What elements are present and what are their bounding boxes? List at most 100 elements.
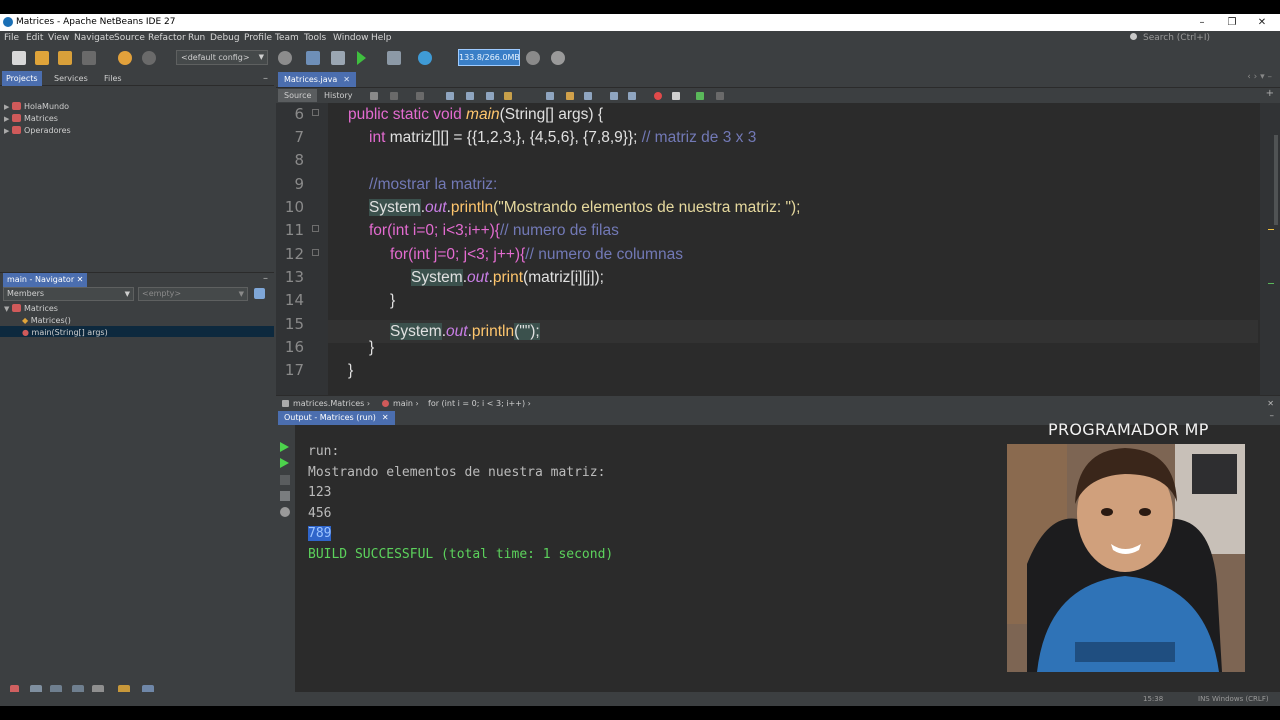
find-previous-icon[interactable] bbox=[466, 92, 474, 100]
line-number: 11 bbox=[284, 221, 304, 239]
selected-output-text[interactable]: 789 bbox=[308, 526, 332, 541]
close-window-button[interactable]: ✕ bbox=[1252, 14, 1272, 31]
minimize-panel-icon[interactable]: – bbox=[263, 71, 268, 86]
save-all-icon[interactable] bbox=[82, 51, 96, 65]
tab-projects[interactable]: Projects bbox=[2, 71, 42, 86]
project-matrices[interactable]: ▶ Matrices bbox=[4, 113, 58, 125]
expand-editor-icon[interactable]: + bbox=[1266, 88, 1274, 99]
next-bookmark-icon[interactable] bbox=[566, 92, 574, 100]
tab-navigator[interactable]: main - Navigator ✕ bbox=[3, 273, 88, 287]
comment-icon[interactable] bbox=[696, 92, 704, 100]
tab-list-icon[interactable]: ‹ › ▾ – bbox=[1247, 72, 1272, 82]
navigator-main-method[interactable]: ● main(String[] args) bbox=[22, 327, 108, 338]
rerun-icon[interactable] bbox=[280, 442, 289, 452]
toggle-bookmark-icon[interactable] bbox=[546, 92, 554, 100]
minimize-navigator-icon[interactable]: – bbox=[263, 273, 268, 284]
breadcrumb-class[interactable]: matrices.Matrices › bbox=[282, 396, 370, 411]
navigator-options-icon[interactable] bbox=[254, 288, 265, 299]
line-number-gutter: 6 7 8 9 10 11 12 13 14 15 16 17 bbox=[276, 103, 328, 395]
navigator-constructor[interactable]: ◆ Matrices() bbox=[22, 315, 71, 326]
fold-marker-icon[interactable] bbox=[312, 225, 319, 232]
code-line-11: for(int i=0; i<3;i++){// numero de filas bbox=[369, 222, 619, 239]
breadcrumb-loop[interactable]: for (int i = 0; i < 3; i++) › bbox=[428, 396, 531, 411]
warning-mark[interactable] bbox=[1268, 229, 1274, 230]
new-project-icon[interactable] bbox=[35, 51, 49, 65]
run-icon[interactable] bbox=[357, 51, 366, 65]
breadcrumb-method[interactable]: main › bbox=[382, 396, 419, 411]
left-panel: Projects Services Files – ▶ HolaMundo ▶ Ma… bbox=[0, 71, 274, 706]
gc-icon[interactable] bbox=[526, 51, 540, 65]
clean-build-icon[interactable] bbox=[331, 51, 345, 65]
menu-navigate[interactable]: Navigate bbox=[74, 31, 114, 45]
change-mark[interactable] bbox=[1268, 283, 1274, 284]
config-select[interactable]: <default config> ▼ bbox=[176, 50, 268, 65]
menu-tools[interactable]: Tools bbox=[304, 31, 326, 45]
find-next-icon[interactable] bbox=[486, 92, 494, 100]
fold-marker-icon[interactable] bbox=[312, 249, 319, 256]
stop-macro-icon[interactable] bbox=[672, 92, 680, 100]
tab-files[interactable]: Files bbox=[100, 71, 126, 86]
record-macro-icon[interactable] bbox=[654, 92, 662, 100]
line-number: 13 bbox=[284, 268, 304, 286]
editor-error-stripe[interactable] bbox=[1260, 103, 1280, 395]
minimize-window-button[interactable]: – bbox=[1192, 14, 1212, 31]
profile-icon[interactable] bbox=[418, 51, 432, 65]
navigator-empty-select[interactable]: <empty> ▼ bbox=[138, 287, 248, 301]
menu-profile[interactable]: Profile bbox=[244, 31, 272, 45]
last-edit-icon[interactable] bbox=[370, 92, 378, 100]
find-selection-icon[interactable] bbox=[446, 92, 454, 100]
project-operadores[interactable]: ▶ Operadores bbox=[4, 125, 71, 137]
code-editor[interactable]: public static void main(String[] args) {… bbox=[328, 103, 1258, 395]
menu-refactor[interactable]: Refactor bbox=[148, 31, 186, 45]
previous-bookmark-icon[interactable] bbox=[584, 92, 592, 100]
history-mode-button[interactable]: History bbox=[318, 89, 358, 102]
settings-gear-icon[interactable] bbox=[551, 51, 565, 65]
menu-view[interactable]: View bbox=[48, 31, 69, 45]
close-tab-icon[interactable]: ✕ bbox=[382, 413, 389, 422]
navigator-filter-select[interactable]: Members ▼ bbox=[3, 287, 134, 301]
code-line-15: System.out.println(""); bbox=[390, 323, 540, 340]
new-file-icon[interactable] bbox=[12, 51, 26, 65]
menu-source[interactable]: Source bbox=[114, 31, 145, 45]
source-mode-button[interactable]: Source bbox=[278, 89, 318, 102]
memory-usage-bar[interactable]: 133.8/266.0MB bbox=[458, 49, 520, 66]
back-icon[interactable] bbox=[390, 92, 398, 100]
tab-services[interactable]: Services bbox=[50, 71, 92, 86]
globe-icon[interactable] bbox=[278, 51, 292, 65]
menu-help[interactable]: Help bbox=[371, 31, 392, 45]
uncomment-icon[interactable] bbox=[716, 92, 724, 100]
close-tab-icon[interactable]: ✕ bbox=[343, 75, 350, 84]
shift-left-icon[interactable] bbox=[610, 92, 618, 100]
menu-run[interactable]: Run bbox=[188, 31, 205, 45]
fold-marker-icon[interactable] bbox=[312, 109, 319, 116]
menu-team[interactable]: Team bbox=[275, 31, 299, 45]
restore-window-button[interactable]: ❐ bbox=[1222, 14, 1242, 31]
output-line: 789 bbox=[308, 524, 332, 545]
debug-icon[interactable] bbox=[387, 51, 401, 65]
tab-output-matrices[interactable]: Output - Matrices (run) ✕ bbox=[278, 411, 395, 425]
minimize-output-icon[interactable]: – bbox=[1270, 411, 1275, 421]
menu-file[interactable]: File bbox=[4, 31, 19, 45]
toggle-highlight-icon[interactable] bbox=[504, 92, 512, 100]
stats-icon[interactable] bbox=[280, 491, 290, 501]
menu-debug[interactable]: Debug bbox=[210, 31, 240, 45]
rerun-with-params-icon[interactable] bbox=[280, 458, 289, 468]
menu-edit[interactable]: Edit bbox=[26, 31, 43, 45]
navigator-class-matrices[interactable]: ▼ Matrices bbox=[4, 303, 58, 315]
undo-icon[interactable] bbox=[118, 51, 132, 65]
redo-icon[interactable] bbox=[142, 51, 156, 65]
editor-scrollbar[interactable] bbox=[1274, 135, 1278, 225]
settings-icon[interactable] bbox=[280, 507, 290, 517]
close-breadcrumb-icon[interactable]: ✕ bbox=[1267, 396, 1274, 411]
stop-icon[interactable] bbox=[280, 475, 290, 485]
tab-matrices-java[interactable]: Matrices.java ✕ bbox=[278, 72, 356, 87]
menu-window[interactable]: Window bbox=[333, 31, 369, 45]
output-line: 123 bbox=[308, 485, 332, 500]
project-holamundo[interactable]: ▶ HolaMundo bbox=[4, 101, 69, 113]
forward-icon[interactable] bbox=[416, 92, 424, 100]
build-hammer-icon[interactable] bbox=[306, 51, 320, 65]
shift-right-icon[interactable] bbox=[628, 92, 636, 100]
search-box[interactable]: Search (Ctrl+I) bbox=[1130, 31, 1278, 45]
open-project-icon[interactable] bbox=[58, 51, 72, 65]
constructor-icon: ◆ bbox=[22, 316, 31, 325]
